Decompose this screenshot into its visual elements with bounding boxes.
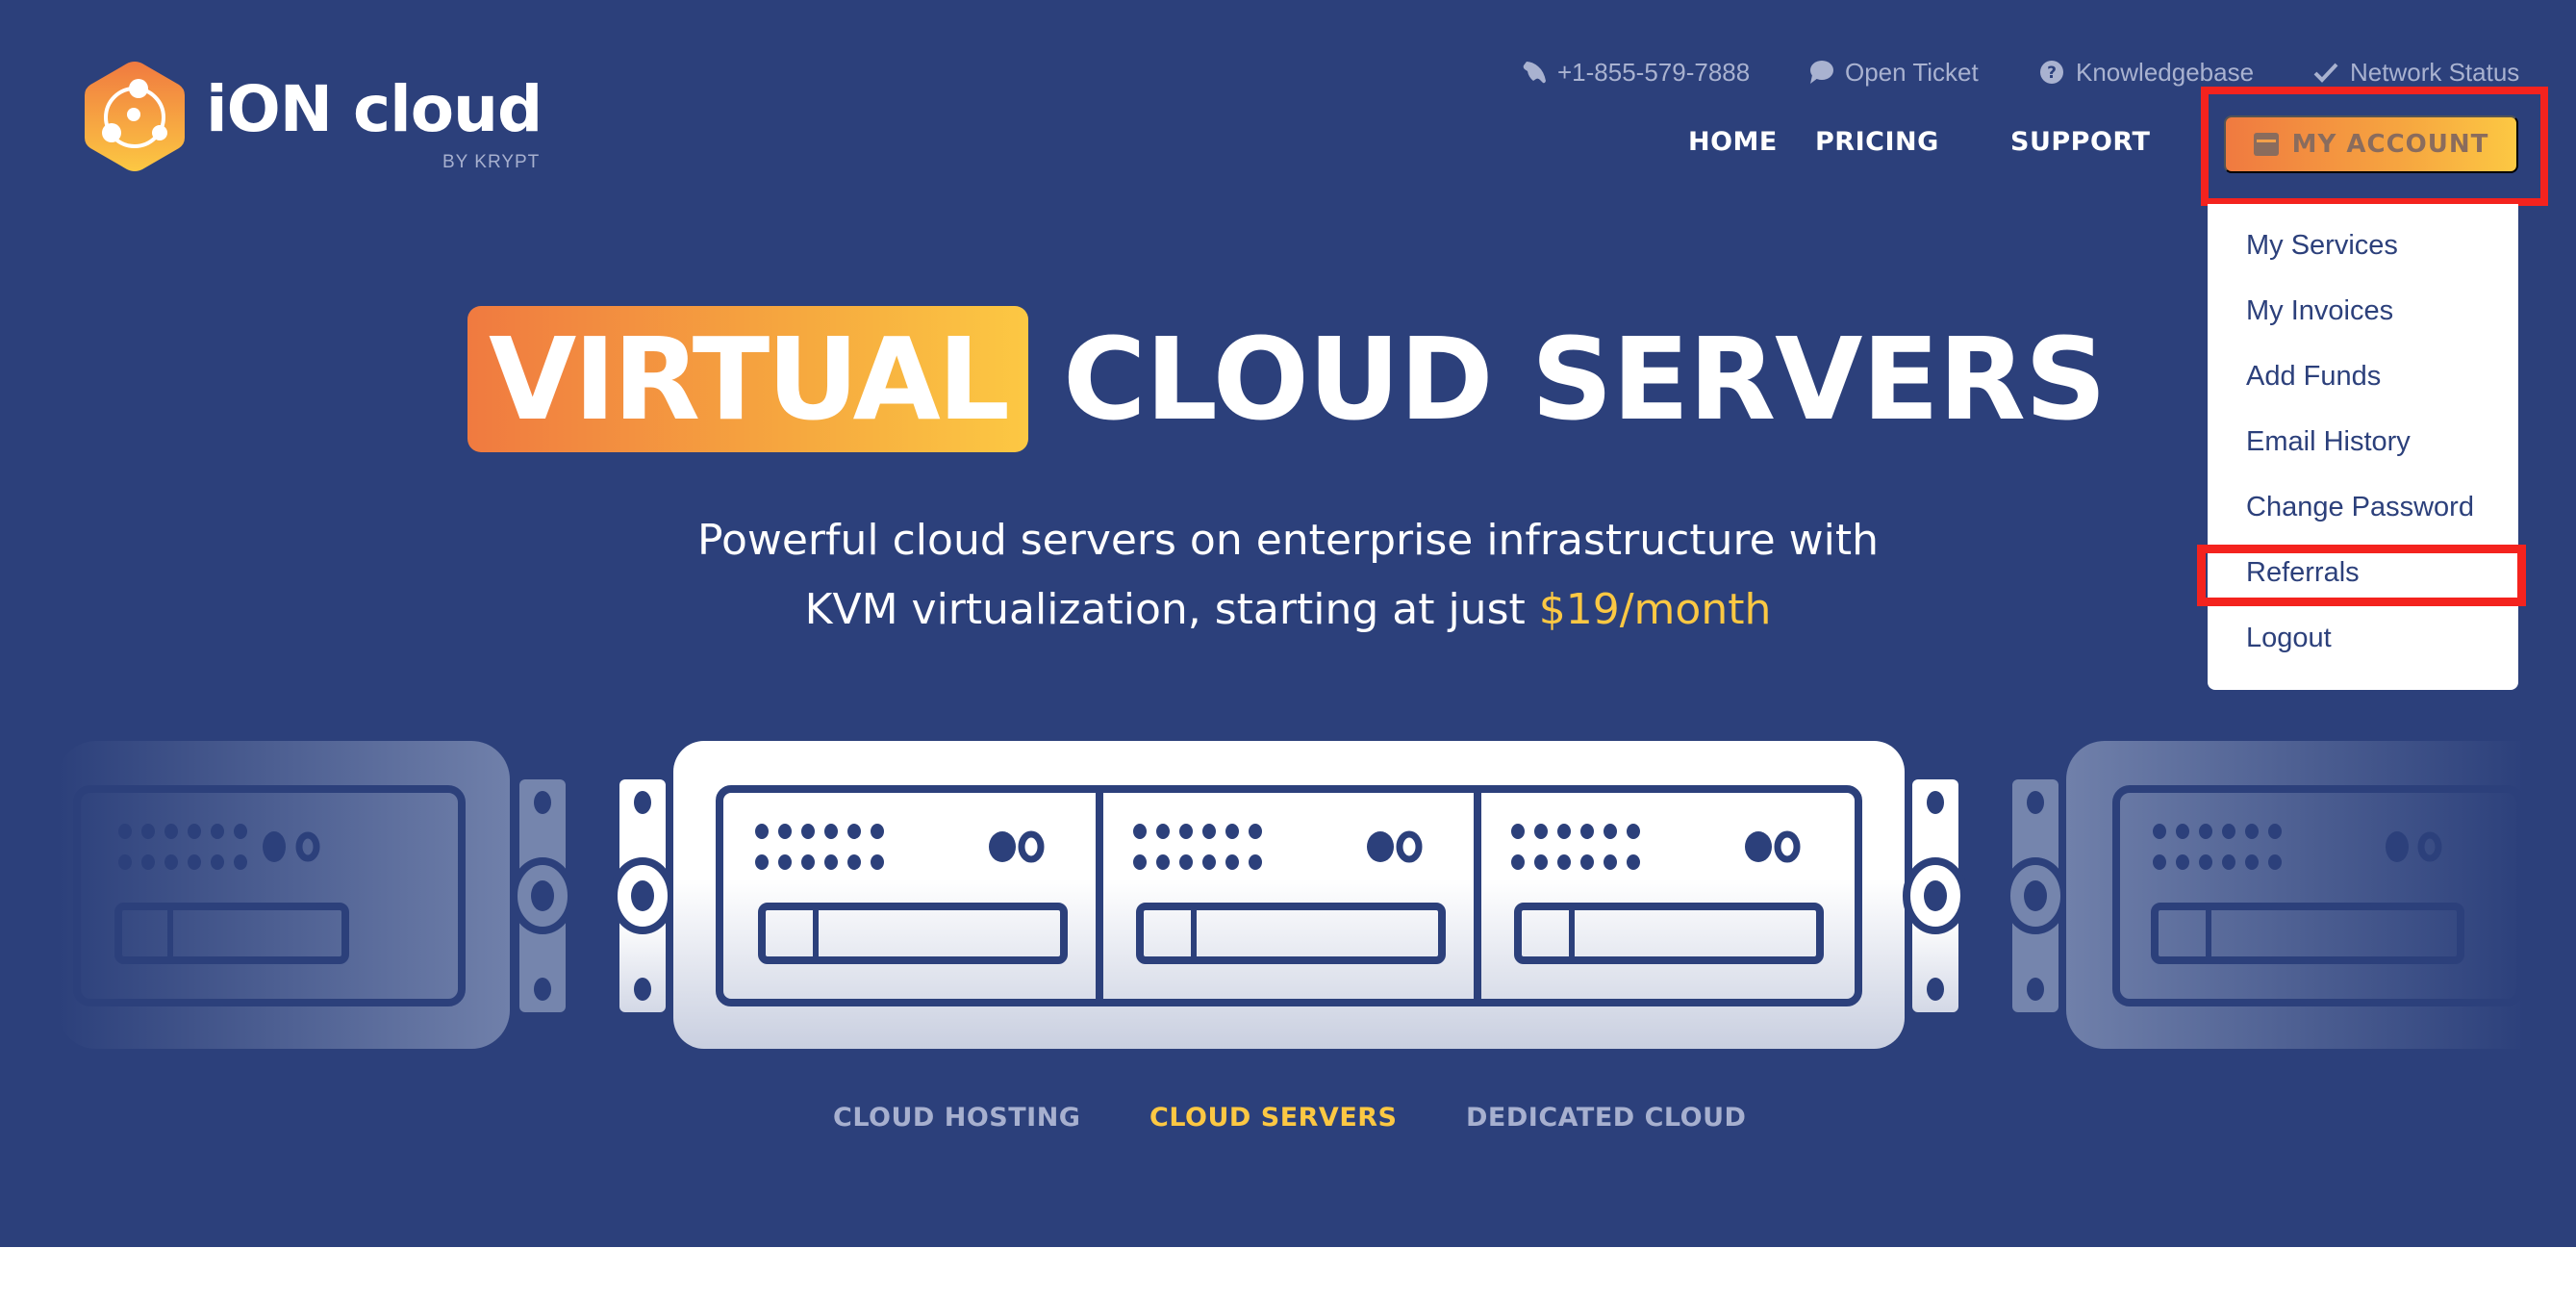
network-status-label: Network Status [2350, 57, 2520, 87]
subtitle-prefix: KVM virtualization, starting at just [804, 585, 1539, 634]
phone-link[interactable]: +1-855-579-7888 [1523, 56, 1750, 89]
phone-number: +1-855-579-7888 [1557, 57, 1751, 87]
network-status-link[interactable]: Network Status [2313, 56, 2519, 89]
tab-cloud-hosting[interactable]: CLOUD HOSTING [833, 1103, 1080, 1133]
tab-dedicated-cloud[interactable]: DEDICATED CLOUD [1466, 1103, 1746, 1133]
hero-subtitle-line1: Powerful cloud servers on enterprise inf… [696, 516, 1879, 565]
menu-item-email-history[interactable]: Email History [2246, 424, 2411, 459]
server-rack-illustration [58, 741, 2576, 1049]
my-account-label: MY ACCOUNT [2291, 130, 2489, 159]
brand-name: iON cloud [206, 72, 543, 146]
server-left-faded [58, 741, 575, 1049]
phone-icon [1523, 60, 1546, 85]
knowledgebase-link[interactable]: ? Knowledgebase [2039, 56, 2254, 89]
server-center [610, 741, 1968, 1049]
question-circle-icon: ? [2039, 60, 2064, 85]
server-right-faded [2003, 741, 2576, 1049]
hero-title: VIRTUAL CLOUD SERVERS [467, 306, 2107, 452]
brand-byline: BY KRYPT [442, 152, 541, 172]
wallet-icon [2253, 133, 2279, 156]
nav-support[interactable]: SUPPORT [2010, 127, 2150, 157]
open-ticket-label: Open Ticket [1845, 57, 1979, 87]
nav-pricing[interactable]: PRICING [1815, 127, 1939, 157]
checkmark-icon [2313, 62, 2338, 83]
svg-text:?: ? [2047, 64, 2057, 83]
chat-bubble-icon [1808, 60, 1833, 85]
open-ticket-link[interactable]: Open Ticket [1808, 56, 1979, 89]
tab-cloud-servers[interactable]: CLOUD SERVERS [1149, 1103, 1398, 1133]
my-account-button[interactable]: MY ACCOUNT [2224, 115, 2518, 173]
hero-section: iON cloud BY KRYPT +1-855-579-7888 Open … [0, 0, 2576, 1247]
hero-title-highlight: VIRTUAL [467, 306, 1028, 452]
brand-logo[interactable]: iON cloud BY KRYPT [83, 60, 583, 185]
menu-item-my-services[interactable]: My Services [2246, 228, 2398, 263]
nav-home[interactable]: HOME [1688, 127, 1778, 157]
hero-title-rest: CLOUD SERVERS [1062, 313, 2107, 446]
knowledgebase-label: Knowledgebase [2076, 57, 2255, 87]
ion-logo-icon [85, 62, 185, 171]
menu-item-my-invoices[interactable]: My Invoices [2246, 293, 2393, 328]
menu-item-add-funds[interactable]: Add Funds [2246, 359, 2381, 394]
hero-subtitle-line2: KVM virtualization, starting at just $19… [0, 575, 2576, 645]
price-highlight: $19/month [1538, 585, 1772, 634]
